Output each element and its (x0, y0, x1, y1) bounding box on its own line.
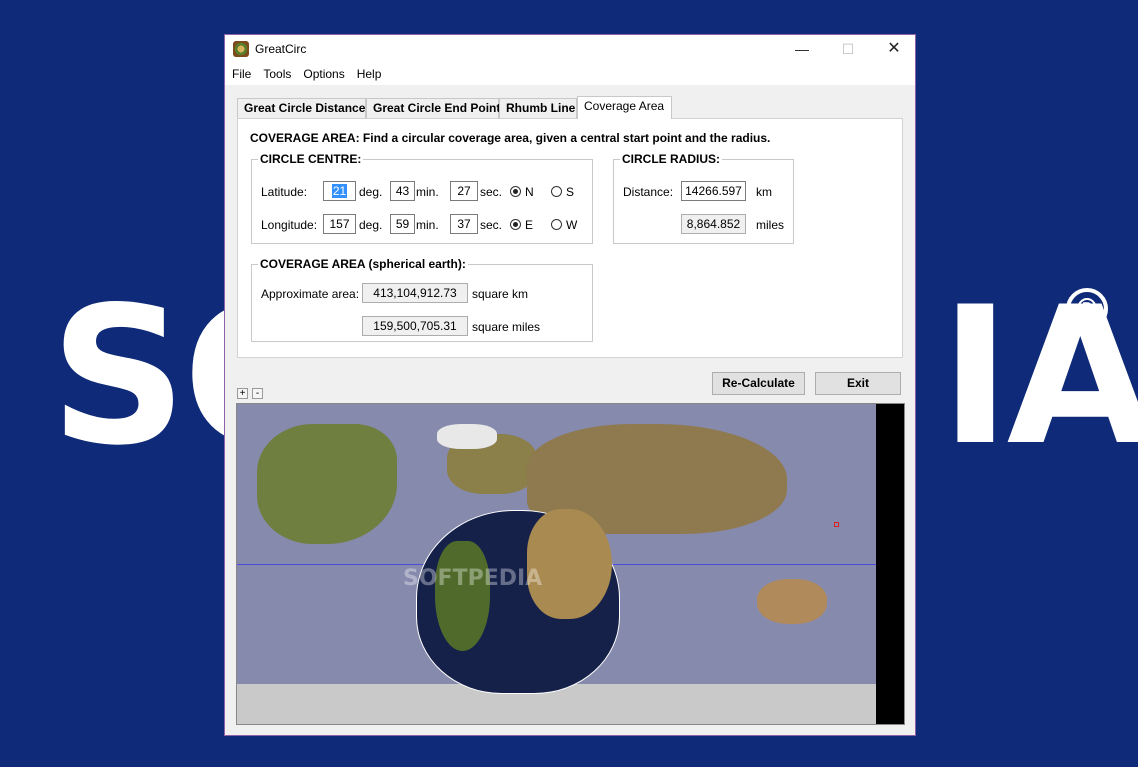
tab-rhumb-line[interactable]: Rhumb Line (499, 98, 577, 118)
east-radio[interactable] (510, 219, 521, 230)
latitude-deg-unit: deg. (359, 185, 383, 199)
map-black-edge (876, 404, 904, 724)
south-label: S (566, 185, 575, 199)
minimize-button[interactable]: — (779, 35, 825, 63)
approximate-area-label: Approximate area: (261, 287, 360, 301)
longitude-minutes-input[interactable]: 59 (390, 214, 415, 234)
longitude-seconds-input[interactable]: 37 (450, 214, 478, 234)
km-unit: km (756, 185, 772, 199)
centre-point-marker (834, 522, 839, 527)
tab-great-circle-distance[interactable]: Great Circle Distance (237, 98, 366, 118)
circle-radius-legend: CIRCLE RADIUS: (622, 152, 720, 166)
africa-landmass (527, 509, 612, 619)
latitude-degrees-input[interactable]: 21 (323, 181, 356, 201)
distance-miles-value: 8,864.852 (681, 214, 746, 234)
world-map[interactable]: SOFTPEDIA (236, 403, 905, 725)
tab-coverage-area[interactable]: Coverage Area (577, 96, 672, 119)
zoom-out-button[interactable]: - (252, 388, 263, 399)
circle-centre-legend: CIRCLE CENTRE: (260, 152, 362, 166)
menu-help[interactable]: Help (351, 63, 388, 81)
map-watermark: SOFTPEDIA (403, 566, 543, 591)
west-label: W (566, 218, 578, 232)
app-globe-icon (233, 41, 249, 57)
south-america-landmass (435, 541, 490, 651)
zoom-in-button[interactable]: + (237, 388, 248, 399)
panel-description: COVERAGE AREA: Find a circular coverage … (250, 131, 771, 145)
longitude-deg-unit: deg. (359, 218, 383, 232)
menu-file[interactable]: File (226, 63, 257, 81)
square-km-unit: square km (472, 287, 529, 301)
app-window: GreatCirc — ☐ ✕ File Tools Options Help Gre… (224, 34, 916, 736)
coverage-area-region (416, 509, 620, 694)
latitude-min-unit: min. (416, 185, 439, 199)
close-button[interactable]: ✕ (871, 35, 917, 63)
north-america-landmass (257, 424, 397, 544)
maximize-button[interactable]: ☐ (825, 35, 871, 63)
background-text-right: IA (940, 266, 1138, 487)
registered-mark: ® (1066, 288, 1108, 330)
window-title: GreatCirc (255, 42, 307, 56)
menu-tools[interactable]: Tools (257, 63, 297, 81)
greenland-landmass (437, 424, 497, 449)
recalculate-button[interactable]: Re-Calculate (712, 372, 805, 395)
tab-great-circle-end-point[interactable]: Great Circle End Point (366, 98, 500, 118)
latitude-sec-unit: sec. (480, 185, 503, 199)
latitude-label: Latitude: (261, 185, 308, 199)
coverage-panel: COVERAGE AREA: Find a circular coverage … (237, 118, 903, 358)
title-bar[interactable]: GreatCirc — ☐ ✕ (225, 35, 915, 63)
square-miles-unit: square miles (472, 320, 541, 334)
latitude-minutes-input[interactable]: 43 (390, 181, 415, 201)
north-label: N (525, 185, 534, 199)
miles-unit: miles (756, 218, 785, 232)
south-radio[interactable] (551, 186, 562, 197)
area-square-miles-value: 159,500,705.31 (362, 316, 468, 336)
longitude-label: Longitude: (261, 218, 318, 232)
australia-landmass (757, 579, 827, 624)
menu-options[interactable]: Options (297, 63, 350, 81)
distance-km-input[interactable]: 14266.597 (681, 181, 746, 201)
menu-bar: File Tools Options Help (225, 63, 915, 85)
longitude-sec-unit: sec. (480, 218, 503, 232)
distance-label: Distance: (623, 185, 674, 199)
north-radio[interactable] (510, 186, 521, 197)
longitude-min-unit: min. (416, 218, 439, 232)
longitude-degrees-input[interactable]: 157 (323, 214, 356, 234)
east-label: E (525, 218, 534, 232)
coverage-area-legend: COVERAGE AREA (spherical earth): (260, 257, 466, 271)
west-radio[interactable] (551, 219, 562, 230)
area-square-km-value: 413,104,912.73 (362, 283, 468, 303)
latitude-seconds-input[interactable]: 27 (450, 181, 478, 201)
exit-button[interactable]: Exit (815, 372, 901, 395)
